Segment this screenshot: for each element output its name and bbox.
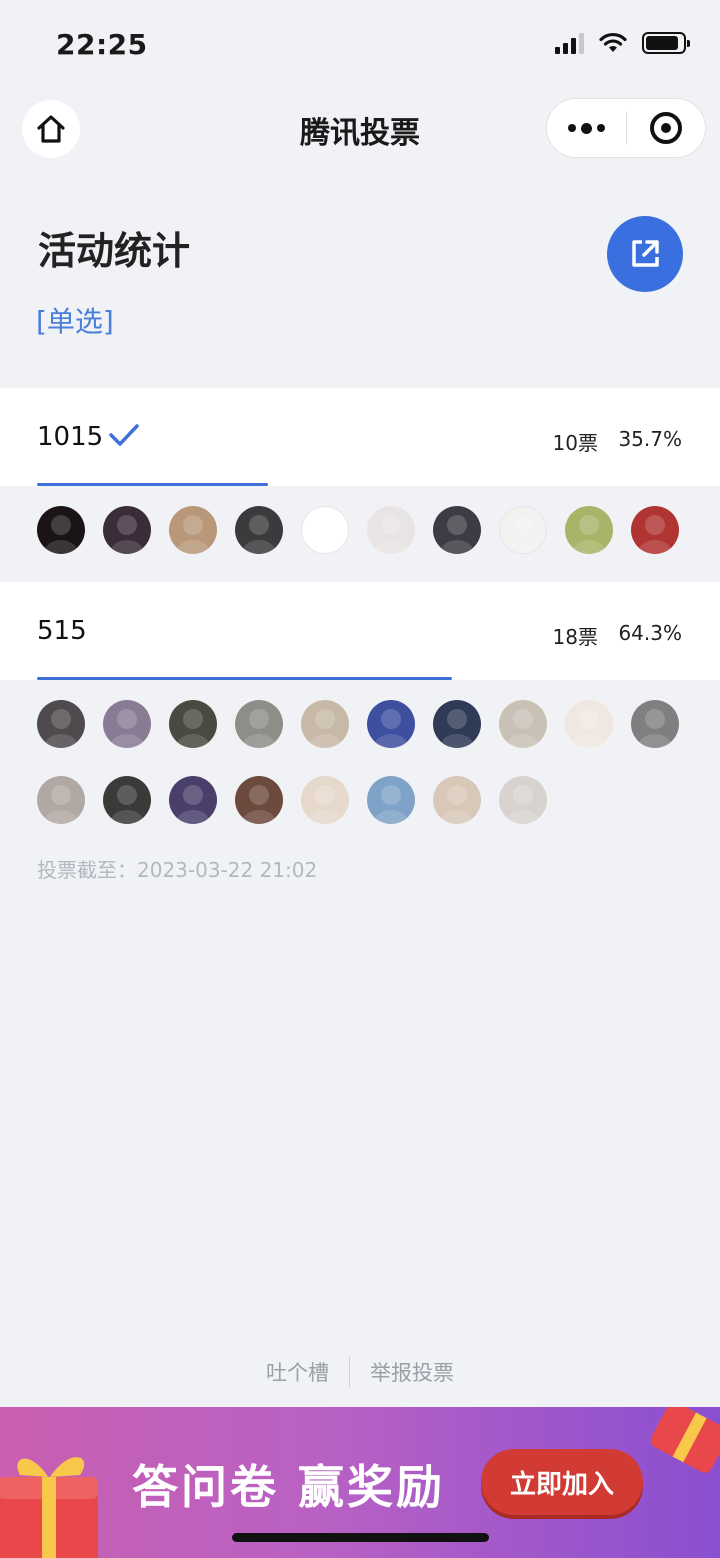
voter-avatar <box>301 776 349 824</box>
voter-avatar <box>103 700 151 748</box>
voter-avatar <box>499 776 547 824</box>
voter-avatar <box>235 776 283 824</box>
voter-avatar <box>565 506 613 554</box>
voter-avatar <box>631 700 679 748</box>
feedback-link[interactable]: 吐个槽 <box>266 1357 329 1387</box>
option-row[interactable]: 1015 10票 35.7% <box>0 388 720 486</box>
voter-avatar <box>367 776 415 824</box>
status-bar: 22:25 <box>0 0 720 90</box>
option-name: 515 <box>37 616 87 646</box>
voter-avatar <box>367 700 415 748</box>
option-percent: 64.3% <box>618 621 682 645</box>
wifi-icon <box>599 32 627 52</box>
status-time: 22:25 <box>56 28 148 61</box>
voter-avatar <box>499 506 547 554</box>
deadline-text: 投票截至：2023-03-22 21:02 <box>37 858 318 882</box>
option-votes: 18票 <box>552 625 598 649</box>
banner-text: 答问卷 赢奖励 <box>132 1460 446 1514</box>
voter-avatar <box>103 506 151 554</box>
more-button[interactable] <box>547 99 626 157</box>
voter-avatar <box>433 700 481 748</box>
progress-bar <box>37 483 683 486</box>
progress-fill <box>37 677 453 680</box>
nav-bar: 腾讯投票 <box>0 96 720 160</box>
target-icon <box>649 112 682 144</box>
voter-avatars <box>37 506 697 554</box>
footer-divider <box>349 1356 350 1388</box>
voter-avatar <box>301 506 349 554</box>
voter-avatars <box>37 700 697 824</box>
home-indicator <box>232 1533 489 1542</box>
voter-avatar <box>37 506 85 554</box>
gift-icon <box>0 1457 98 1558</box>
voter-avatar <box>169 776 217 824</box>
voter-avatar <box>301 700 349 748</box>
close-mini-program-button[interactable] <box>627 99 706 157</box>
voter-avatar <box>37 700 85 748</box>
voter-avatar <box>499 700 547 748</box>
mini-program-capsule <box>546 98 706 158</box>
option-votes: 10票 <box>552 431 598 455</box>
footer-links: 吐个槽 举报投票 <box>0 1356 720 1388</box>
gift-icon <box>650 1407 720 1473</box>
voter-avatar <box>103 776 151 824</box>
report-link[interactable]: 举报投票 <box>370 1357 454 1387</box>
voter-avatar <box>37 776 85 824</box>
option-percent: 35.7% <box>618 427 682 451</box>
option-row[interactable]: 515 18票 64.3% <box>0 582 720 680</box>
voter-avatar <box>367 506 415 554</box>
battery-icon <box>642 32 690 54</box>
share-button[interactable] <box>607 216 683 292</box>
progress-fill <box>37 483 268 486</box>
progress-bar <box>37 677 683 680</box>
external-link-icon <box>632 240 659 267</box>
voter-avatar <box>433 776 481 824</box>
page-title: 活动统计 <box>38 229 191 273</box>
signal-icon <box>555 32 584 54</box>
option-name: 1015 <box>37 422 104 452</box>
voter-avatar <box>433 506 481 554</box>
check-icon <box>109 424 139 446</box>
vote-type-label: [单选] <box>36 305 114 338</box>
voter-avatar <box>235 506 283 554</box>
more-icon <box>567 122 605 134</box>
voter-avatar <box>235 700 283 748</box>
voter-avatar <box>169 700 217 748</box>
status-icons <box>555 32 690 54</box>
join-now-button[interactable]: 立即加入 <box>481 1449 643 1515</box>
voter-avatar <box>631 506 679 554</box>
voter-avatar <box>169 506 217 554</box>
voter-avatar <box>565 700 613 748</box>
